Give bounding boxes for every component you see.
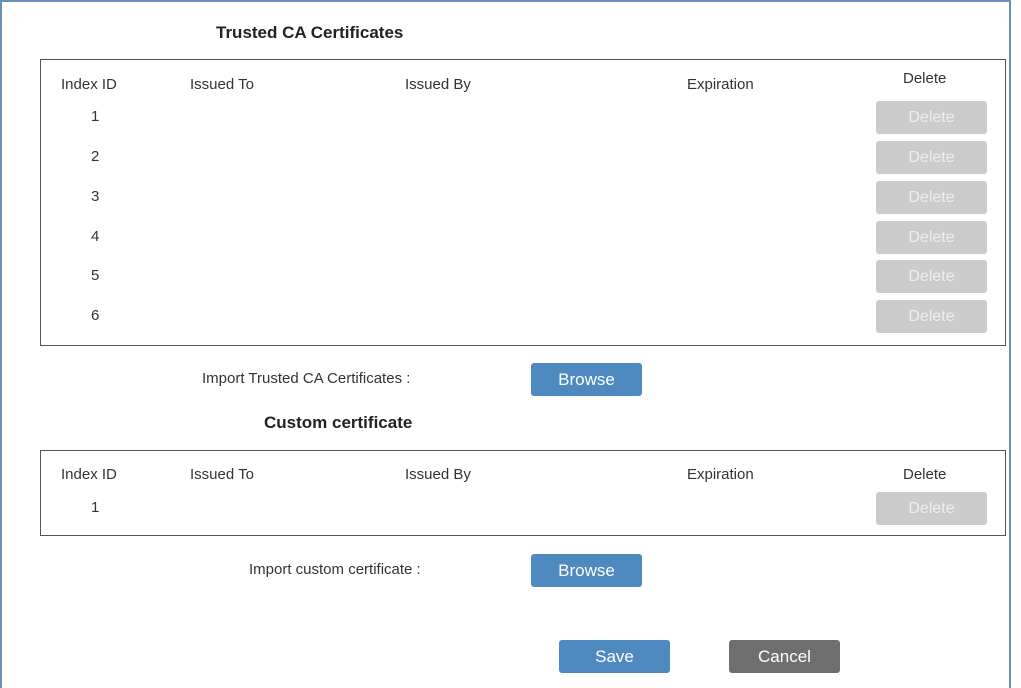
browse-trusted-ca-button[interactable]: Browse <box>531 363 642 396</box>
row-index: 1 <box>91 108 100 125</box>
header-index-id: Index ID <box>61 76 117 93</box>
delete-button[interactable]: Delete <box>876 221 987 254</box>
delete-button[interactable]: Delete <box>876 492 987 525</box>
header-expiration: Expiration <box>687 76 754 93</box>
trusted-ca-table: Index ID Issued To Issued By Expiration … <box>40 59 1006 346</box>
import-custom-certificate-label: Import custom certificate : <box>249 561 421 578</box>
row-index: 1 <box>91 499 100 516</box>
row-index: 5 <box>91 267 100 284</box>
delete-button[interactable]: Delete <box>876 260 987 293</box>
header-issued-to: Issued To <box>190 76 254 93</box>
header-index-id: Index ID <box>61 466 117 483</box>
header-delete: Delete <box>903 466 947 483</box>
custom-certificate-title: Custom certificate <box>264 413 413 432</box>
custom-certificate-table: Index ID Issued To Issued By Expiration … <box>40 450 1006 536</box>
settings-panel: Trusted CA Certificates Index ID Issued … <box>0 0 1011 688</box>
save-button[interactable]: Save <box>559 640 670 673</box>
header-expiration: Expiration <box>687 466 754 483</box>
row-index: 4 <box>91 228 100 245</box>
header-issued-to: Issued To <box>190 466 254 483</box>
cancel-button[interactable]: Cancel <box>729 640 840 673</box>
trusted-ca-title: Trusted CA Certificates <box>216 23 404 42</box>
row-index: 3 <box>91 188 100 205</box>
delete-button[interactable]: Delete <box>876 181 987 214</box>
delete-button[interactable]: Delete <box>876 101 987 134</box>
delete-button[interactable]: Delete <box>876 300 987 333</box>
import-trusted-ca-label: Import Trusted CA Certificates : <box>202 370 411 387</box>
row-index: 2 <box>91 148 100 165</box>
header-issued-by: Issued By <box>405 76 471 93</box>
delete-button[interactable]: Delete <box>876 141 987 174</box>
header-delete: Delete <box>903 70 947 87</box>
header-issued-by: Issued By <box>405 466 471 483</box>
row-index: 6 <box>91 307 100 324</box>
browse-custom-certificate-button[interactable]: Browse <box>531 554 642 587</box>
